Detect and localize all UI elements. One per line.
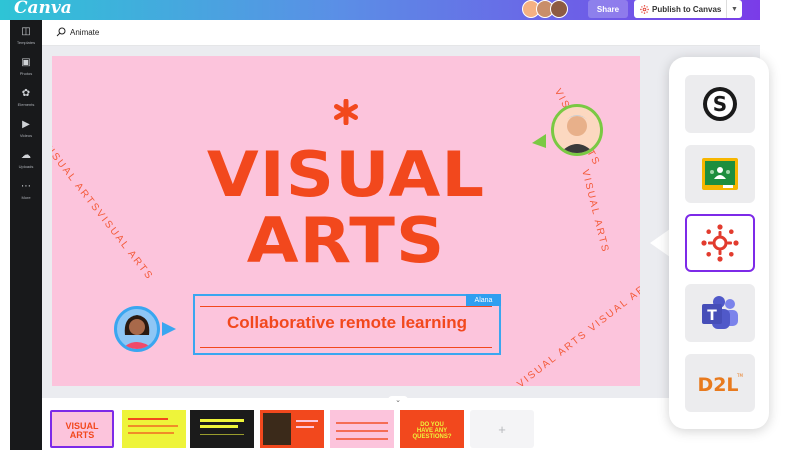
svg-text:TM: TM	[736, 373, 743, 378]
cursor-pointer-icon	[532, 134, 546, 148]
animate-button[interactable]: Animate	[56, 27, 99, 37]
lms-item-d2l[interactable]: D2L TM	[685, 354, 755, 412]
person-icon	[560, 115, 594, 153]
thumbnail-lines	[128, 425, 178, 427]
lms-item-canvas[interactable]	[685, 214, 755, 272]
thumbnail-lines	[200, 434, 244, 435]
share-button[interactable]: Share	[588, 0, 628, 18]
divider-bottom	[200, 347, 492, 348]
thumbnail-lines	[200, 419, 244, 422]
panel-pointer	[650, 229, 670, 257]
page-thumbnail-2[interactable]	[122, 410, 186, 448]
photos-icon: ▣	[21, 56, 31, 68]
sidebar-item-label: Elements	[17, 101, 35, 107]
chevron-down-icon[interactable]: ⌄	[388, 396, 408, 406]
avatar[interactable]	[551, 104, 603, 156]
cursor-pointer-icon	[162, 322, 176, 336]
animate-icon	[56, 27, 66, 37]
asterisk-icon	[334, 99, 358, 125]
d2l-icon: D2L TM	[697, 373, 743, 396]
add-page-button[interactable]: +	[470, 410, 534, 448]
thumbnail-lines	[336, 438, 388, 440]
thumbnail-text: VISUAL ARTS	[65, 421, 99, 440]
templates-icon: ◫	[21, 25, 31, 37]
selection-user-tag: Alana	[466, 294, 501, 306]
canvas-lms-icon	[701, 224, 739, 262]
top-bar: Canva Share Publish to Canvas ▼	[0, 0, 760, 20]
lms-item-teams[interactable]: T	[685, 284, 755, 342]
google-classroom-icon	[702, 158, 738, 190]
sidebar-item-photos[interactable]: ▣ Photos	[10, 51, 42, 82]
page-thumbnail-6[interactable]: DO YOU HAVE ANY QUESTIONS?	[400, 410, 464, 448]
sidebar-item-templates[interactable]: ◫ Templates	[10, 20, 42, 51]
thumbnail-lines	[336, 430, 388, 432]
ring-text-right-bottom: VISUAL ARTS VISUAL ARTS	[515, 272, 640, 386]
thumbnail-image	[263, 413, 291, 445]
thumbnail-lines	[128, 432, 174, 434]
teams-icon: T	[702, 296, 738, 329]
avatar[interactable]	[114, 306, 160, 352]
title-line-2[interactable]: ARTS	[28, 206, 663, 276]
svg-text:S: S	[713, 92, 727, 116]
sidebar-item-label: Videos	[19, 132, 33, 138]
schoology-icon: S	[703, 87, 737, 121]
svg-text:T: T	[707, 308, 717, 324]
divider-top	[200, 306, 492, 307]
thumbnail-lines	[200, 425, 238, 428]
collaborator-avatars[interactable]	[522, 0, 568, 18]
publish-to-canvas-button[interactable]: Publish to Canvas ▼	[634, 0, 742, 18]
page-thumbnail-4[interactable]	[260, 410, 324, 448]
lms-item-schoology[interactable]: S	[685, 75, 755, 133]
avatar[interactable]	[550, 0, 568, 18]
canvas-lms-icon	[640, 4, 649, 14]
publish-label: Publish to Canvas	[652, 4, 722, 14]
sidebar-item-label: Photos	[19, 70, 33, 76]
sidebar-item-elements[interactable]: ✿ Elements	[10, 82, 42, 113]
subtitle-text[interactable]: Collaborative remote learning	[193, 313, 501, 333]
lms-item-google-classroom[interactable]	[685, 145, 755, 203]
animate-label: Animate	[70, 27, 100, 37]
canva-editor: Canva Share Publish to Canvas ▼ ◫ Templa…	[0, 0, 800, 450]
svg-text:D2L: D2L	[697, 374, 738, 396]
chevron-down-icon[interactable]: ▼	[726, 0, 742, 18]
page-thumbnail-5[interactable]	[330, 410, 394, 448]
sidebar-item-label: Templates	[16, 39, 36, 45]
thumbnail-text: DO YOU HAVE ANY QUESTIONS?	[412, 422, 452, 440]
thumbnail-lines	[128, 418, 168, 420]
thumbnail-lines	[296, 426, 314, 428]
elements-icon: ✿	[21, 87, 31, 99]
thumbnail-lines	[296, 420, 318, 422]
editor-toolbar: Animate	[42, 20, 760, 46]
canva-logo[interactable]: Canva	[14, 0, 72, 18]
page-thumbnail-3[interactable]	[190, 410, 254, 448]
videos-icon: ▶	[22, 118, 30, 130]
page-thumbnail-1[interactable]: VISUAL ARTS	[50, 410, 114, 448]
person-icon	[121, 315, 153, 349]
thumbnail-lines	[336, 422, 388, 424]
